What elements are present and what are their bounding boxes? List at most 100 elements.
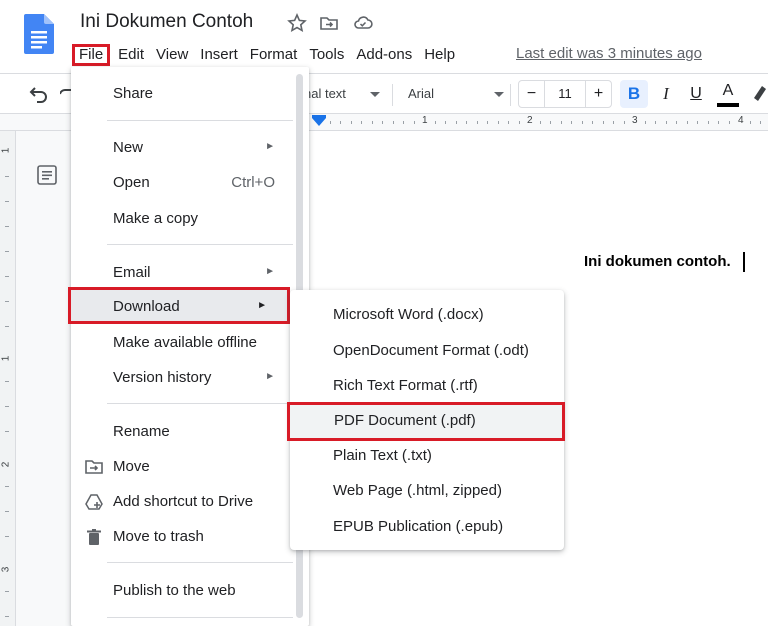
font-size-stepper: − 11 + <box>518 80 612 108</box>
toolbar-separator <box>392 84 393 106</box>
docs-logo-icon[interactable] <box>24 14 54 54</box>
menu-item-label: Publish to the web <box>113 582 236 599</box>
menu-item-move[interactable]: Move <box>71 449 295 483</box>
submenu-item-label: Rich Text Format (.rtf) <box>333 377 478 394</box>
download-html-zipped[interactable]: Web Page (.html, zipped) <box>290 472 564 507</box>
menu-bar: File Edit View Insert Format Tools Add-o… <box>72 44 461 66</box>
menu-help[interactable]: Help <box>418 44 461 66</box>
menu-item-rename[interactable]: Rename <box>71 414 295 448</box>
text-cursor <box>743 252 745 272</box>
decrease-font-size-button[interactable]: − <box>519 81 545 107</box>
submenu-arrow-icon: ► <box>265 266 275 277</box>
document-body-text[interactable]: Ini dokumen contoh. <box>584 253 731 270</box>
menu-tools[interactable]: Tools <box>303 44 350 66</box>
submenu-arrow-icon: ► <box>265 371 275 382</box>
menu-item-label: Make a copy <box>113 210 199 227</box>
style-dropdown-caret-icon[interactable] <box>370 92 380 97</box>
toolbar-separator <box>510 84 511 106</box>
menu-view[interactable]: View <box>150 44 194 66</box>
menu-item-label: Move <box>113 458 150 475</box>
highlight-pen-icon[interactable] <box>750 84 768 104</box>
menu-item-add-shortcut-to-drive[interactable]: Add shortcut to Drive <box>71 484 295 518</box>
left-indent-handle[interactable] <box>312 118 326 126</box>
menu-item-label: Rename <box>113 423 170 440</box>
download-epub[interactable]: EPUB Publication (.epub) <box>290 508 564 543</box>
ruler-mark: 4 <box>738 115 744 126</box>
submenu-item-label: Web Page (.html, zipped) <box>333 482 502 499</box>
document-title[interactable]: Ini Dokumen Contoh <box>80 11 253 33</box>
ruler-mark: 3 <box>632 115 638 126</box>
menu-item-new[interactable]: New ► <box>71 130 295 164</box>
star-icon[interactable] <box>287 13 307 33</box>
file-menu: Share New ► Open Ctrl+O Make a copy Emai… <box>68 67 309 626</box>
text-color-label: A <box>722 82 734 99</box>
menu-divider <box>107 562 293 563</box>
bold-button[interactable]: B <box>620 80 648 108</box>
menu-item-label: Make available offline <box>113 334 257 351</box>
download-odt[interactable]: OpenDocument Format (.odt) <box>290 332 564 367</box>
text-color-swatch <box>717 103 739 107</box>
submenu-item-label: Microsoft Word (.docx) <box>333 306 484 323</box>
style-select[interactable]: nal text <box>304 86 346 101</box>
ruler-mark: 2 <box>527 115 533 126</box>
font-size-input[interactable]: 11 <box>545 81 585 107</box>
menu-divider <box>107 403 293 404</box>
menu-item-download[interactable]: Download ► <box>68 287 290 324</box>
menu-item-email[interactable]: Email ► <box>71 255 295 289</box>
menu-format[interactable]: Format <box>244 44 304 66</box>
menu-item-label: New <box>113 139 144 156</box>
text-color-button[interactable]: A <box>714 78 742 108</box>
ruler-mark: 1 <box>0 355 12 362</box>
menu-item-make-a-copy[interactable]: Make a copy <box>71 201 295 235</box>
menu-item-publish-to-the-web[interactable]: Publish to the web <box>71 573 295 607</box>
shortcut-label: Ctrl+O <box>231 174 275 191</box>
menu-item-label: Open <box>113 174 150 191</box>
menu-item-label: Add shortcut to Drive <box>113 493 254 510</box>
trash-icon <box>87 529 101 545</box>
font-dropdown-caret-icon[interactable] <box>494 92 504 97</box>
move-to-folder-icon[interactable] <box>319 13 339 33</box>
font-select[interactable]: Arial <box>408 86 434 101</box>
menu-insert[interactable]: Insert <box>194 44 244 66</box>
vertical-ruler: 1 1 2 3 <box>0 131 16 626</box>
menu-divider <box>107 244 293 245</box>
underline-button[interactable]: U <box>682 80 710 108</box>
menu-item-share[interactable]: Share <box>71 76 295 110</box>
menu-item-label: Move to trash <box>113 528 204 545</box>
menu-item-move-to-trash[interactable]: Move to trash <box>71 519 295 553</box>
ruler-mark: 2 <box>0 461 12 468</box>
download-rtf[interactable]: Rich Text Format (.rtf) <box>290 367 564 402</box>
download-txt[interactable]: Plain Text (.txt) <box>290 437 564 472</box>
move-folder-icon <box>85 460 103 474</box>
ruler-mark: 1 <box>422 115 428 126</box>
menu-item-make-available-offline[interactable]: Make available offline <box>71 325 295 359</box>
menu-edit[interactable]: Edit <box>112 44 150 66</box>
submenu-item-label: EPUB Publication (.epub) <box>333 518 504 535</box>
last-edit-link[interactable]: Last edit was 3 minutes ago <box>516 45 702 62</box>
download-pdf[interactable]: PDF Document (.pdf) <box>287 402 565 441</box>
submenu-item-label: OpenDocument Format (.odt) <box>333 342 529 359</box>
drive-shortcut-icon <box>85 494 103 510</box>
menu-add-ons[interactable]: Add-ons <box>350 44 418 66</box>
download-submenu: Microsoft Word (.docx) OpenDocument Form… <box>287 290 565 550</box>
submenu-arrow-icon: ► <box>265 141 275 152</box>
submenu-item-label: PDF Document (.pdf) <box>334 412 476 429</box>
menu-divider <box>107 120 293 121</box>
menu-divider <box>107 617 293 618</box>
increase-font-size-button[interactable]: + <box>585 81 611 107</box>
menu-item-version-history[interactable]: Version history ► <box>71 360 295 394</box>
menu-item-open[interactable]: Open Ctrl+O <box>71 165 295 199</box>
menu-item-label: Download <box>113 298 180 315</box>
menu-file[interactable]: File <box>72 44 111 66</box>
submenu-arrow-icon: ► <box>257 300 267 311</box>
document-outline-icon[interactable] <box>36 164 58 186</box>
italic-button[interactable]: I <box>652 80 680 108</box>
ruler-mark: 1 <box>0 147 12 154</box>
ruler-mark: 3 <box>0 566 12 573</box>
undo-icon[interactable] <box>28 85 50 103</box>
menu-item-label: Email <box>113 264 151 281</box>
menu-item-label: Version history <box>113 369 212 386</box>
submenu-item-label: Plain Text (.txt) <box>333 447 432 464</box>
download-docx[interactable]: Microsoft Word (.docx) <box>290 296 564 331</box>
cloud-status-icon[interactable] <box>353 13 373 33</box>
